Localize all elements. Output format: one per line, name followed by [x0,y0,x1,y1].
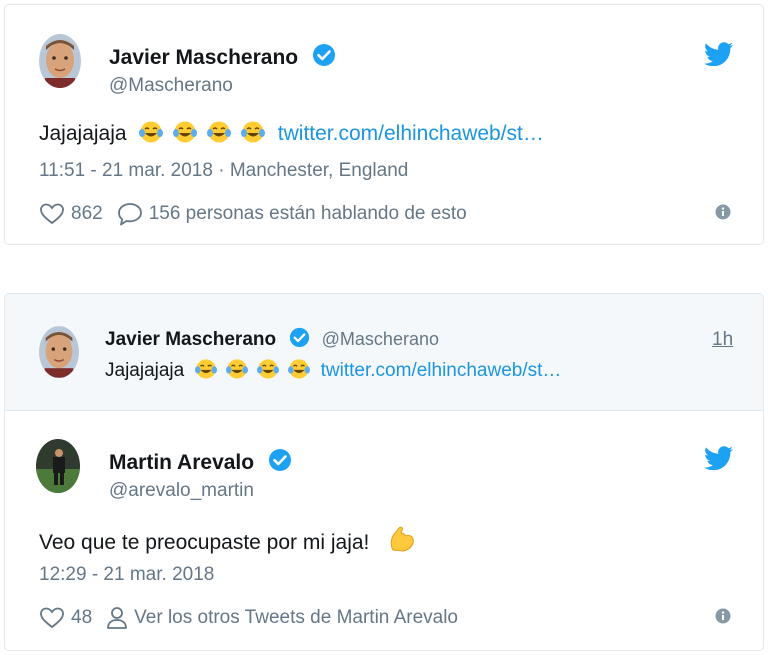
author-name[interactable]: Javier Mascherano [109,43,336,70]
tweet-actions: 48 Ver los otros Tweets de Martin Areval… [39,606,472,630]
flexed-biceps-emoji [390,526,415,552]
tweet-timestamp-location[interactable]: 11:51 - 21 mar. 2018 · Manchester, Engla… [39,160,408,182]
verified-badge-icon [290,327,310,348]
quoted-author[interactable]: Javier Mascherano @Mascherano [105,327,439,351]
person-icon[interactable] [106,606,128,630]
quoted-time[interactable]: 1h [712,329,733,351]
tweet-link[interactable]: twitter.com/elhinchaweb/st… [278,122,544,145]
tears-of-joy-emoji [225,359,248,379]
reply-bubble-icon[interactable] [117,202,143,226]
tears-of-joy-emoji [139,121,164,143]
heart-icon[interactable] [39,203,65,225]
avatar[interactable] [39,34,81,88]
tears-of-joy-emoji [240,121,265,143]
heart-icon[interactable] [39,607,65,629]
like-count[interactable]: 862 [71,203,103,225]
info-icon[interactable] [715,608,731,624]
verified-badge-icon [312,44,335,66]
profile-link-action[interactable]: Ver los otros Tweets de Martin Arevalo [106,606,458,630]
twitter-bird-icon[interactable] [704,446,734,470]
tweet-actions: 862 156 personas están hablando de esto [39,202,481,226]
author-handle[interactable]: @arevalo_martin [109,480,254,502]
tears-of-joy-emoji [173,121,198,143]
reply-count-text[interactable]: 156 personas están hablando de esto [149,203,467,225]
twitter-bird-icon[interactable] [704,42,734,66]
tears-of-joy-emoji [288,359,311,379]
tears-of-joy-emoji [257,359,280,379]
quoted-text-body: Jajajajaja [105,360,185,381]
quoted-author-handle[interactable]: @Mascherano [322,329,439,349]
tweet-card-2[interactable]: Javier Mascherano @Mascherano 1h Jajajaj… [4,293,764,651]
tears-of-joy-emoji-group [138,121,273,145]
quoted-text: Jajajajaja twitter.com/elhinchaweb/st… [105,358,561,382]
tweet-text: Jajajajaja twitter.com/elhinchaweb/st… [39,120,544,146]
profile-link-text[interactable]: Ver los otros Tweets de Martin Arevalo [134,607,458,629]
info-icon[interactable] [715,204,731,220]
quoted-tweet[interactable]: Javier Mascherano @Mascherano 1h Jajajaj… [5,294,763,411]
like-count[interactable]: 48 [71,607,92,629]
tweet-text: Veo que te preocupaste por mi jaja! [39,525,419,555]
avatar[interactable] [36,439,80,493]
tweet-timestamp[interactable]: 12:29 - 21 mar. 2018 [39,564,214,586]
author-name-text[interactable]: Martin Arevalo [109,451,254,474]
tweet-text-body: Veo que te preocupaste por mi jaja! [39,531,370,554]
author-name-text[interactable]: Javier Mascherano [109,46,298,69]
tears-of-joy-emoji [207,121,232,143]
tears-of-joy-emoji-group [194,359,319,381]
tweet-text-body: Jajajajaja [39,122,127,145]
like-action[interactable]: 862 [39,203,103,225]
verified-badge-icon [268,449,291,471]
quoted-author-name[interactable]: Javier Mascherano [105,329,276,350]
author-handle[interactable]: @Mascherano [109,75,233,97]
author-name[interactable]: Martin Arevalo [109,448,292,475]
like-action[interactable]: 48 [39,607,92,629]
quoted-link[interactable]: twitter.com/elhinchaweb/st… [321,360,562,381]
tweet-card-1[interactable]: Javier Mascherano @Mascherano Jajajajaja… [4,4,764,245]
quoted-avatar[interactable] [39,326,79,378]
tears-of-joy-emoji [194,359,217,379]
reply-action[interactable]: 156 personas están hablando de esto [117,202,467,226]
